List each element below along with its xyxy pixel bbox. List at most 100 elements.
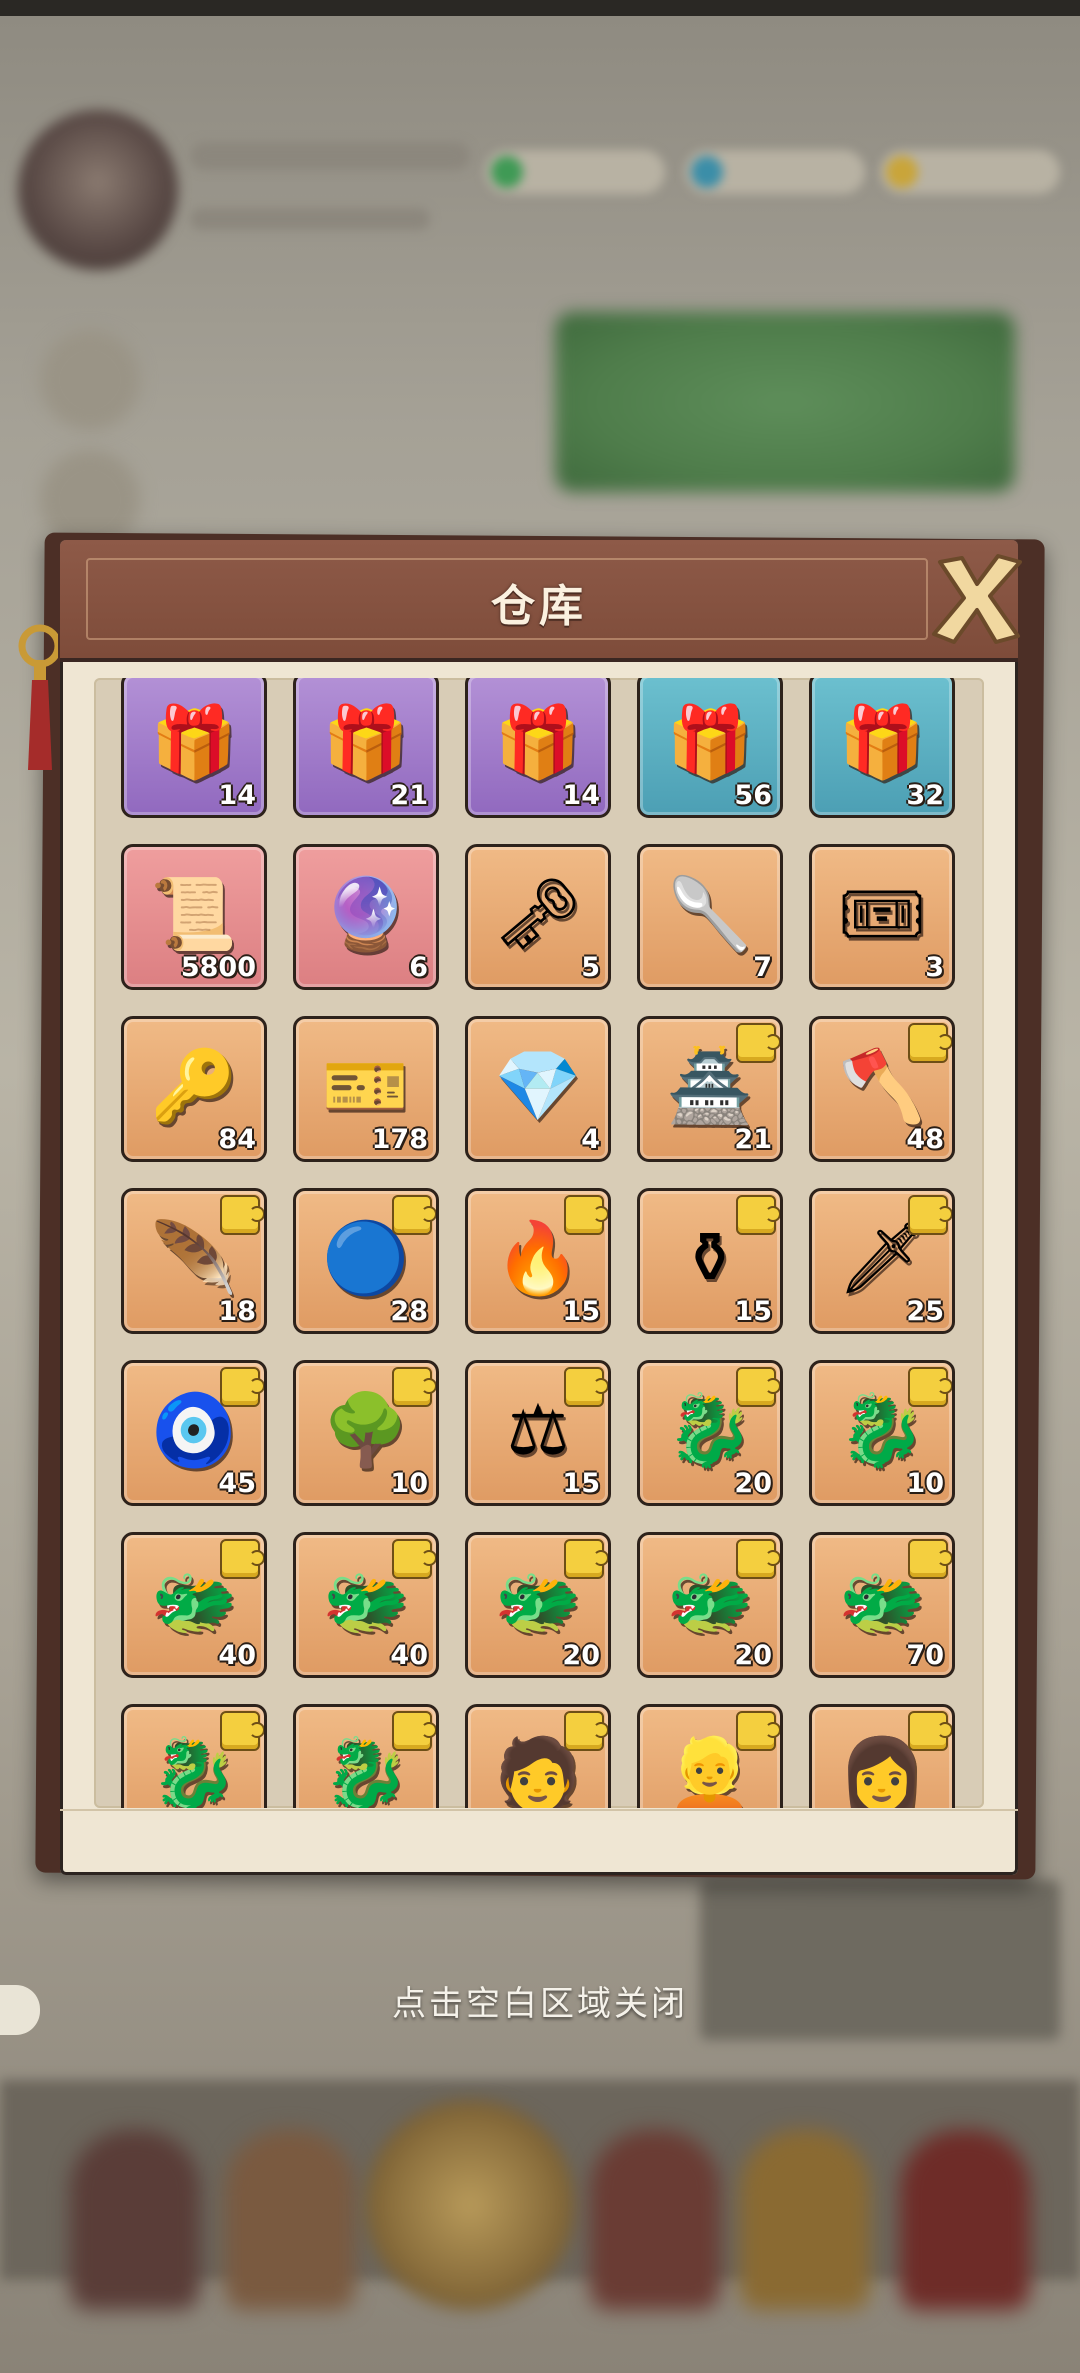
item-slot[interactable]: 🎁 56 xyxy=(637,678,783,818)
item-slot[interactable]: 🐲 20 xyxy=(637,1532,783,1678)
item-slot[interactable]: 🗡 25 xyxy=(809,1188,955,1334)
item-count: 40 xyxy=(390,1640,428,1671)
scale-fragment-icon: ⚖ xyxy=(506,1389,570,1472)
item-slot[interactable]: 🐲 40 xyxy=(293,1532,439,1678)
item-count: 14 xyxy=(218,780,256,811)
item-list-area[interactable]: 🎁 14 🎁 21 🎁 14 🎁 56 🎁 32 📜 5800 🔮 6 🗝 5 🥄 7 🎟 3 🔑 84 🎫 178 💎 4 🏯 21… xyxy=(94,678,984,1808)
item-slot[interactable]: 🎟 3 xyxy=(809,844,955,990)
panel-footer xyxy=(60,1809,1018,1875)
item-slot[interactable]: 🎁 14 xyxy=(465,678,611,818)
fragment-badge-icon xyxy=(564,1711,608,1751)
item-count: 18 xyxy=(218,1296,256,1327)
item-slot[interactable]: 🗝 5 xyxy=(465,844,611,990)
item-grid: 🎁 14 🎁 21 🎁 14 🎁 56 🎁 32 📜 5800 🔮 6 🗝 5 🥄 7 🎟 3 🔑 84 🎫 178 💎 4 🏯 21… xyxy=(121,678,955,1808)
cauldron-fragment-icon: ⚱ xyxy=(680,1217,740,1300)
item-slot[interactable]: 🐉 xyxy=(293,1704,439,1808)
fragment-badge-icon xyxy=(908,1023,952,1063)
hero-figure xyxy=(740,2130,870,2310)
item-count: 70 xyxy=(906,1640,944,1671)
item-slot[interactable]: ⚱ 15 xyxy=(637,1188,783,1334)
fragment-badge-icon xyxy=(392,1195,436,1235)
hero-figure xyxy=(225,2130,355,2310)
item-slot[interactable]: 🐉 20 xyxy=(637,1360,783,1506)
item-count: 21 xyxy=(734,1124,772,1155)
panel-title: 仓库 xyxy=(491,581,587,632)
item-slot[interactable]: 🎁 32 xyxy=(809,678,955,818)
fragment-badge-icon xyxy=(736,1539,780,1579)
item-count: 32 xyxy=(906,780,944,811)
fragment-badge-icon xyxy=(736,1023,780,1063)
item-slot[interactable]: 🐲 40 xyxy=(121,1532,267,1678)
item-slot[interactable]: 🧑 xyxy=(465,1704,611,1808)
item-count: 6 xyxy=(409,952,428,983)
key-icon: 🔑 xyxy=(150,1045,238,1128)
item-slot[interactable]: 🧿 45 xyxy=(121,1360,267,1506)
fragment-badge-icon xyxy=(908,1711,952,1751)
item-count: 40 xyxy=(218,1640,256,1671)
item-count: 10 xyxy=(906,1468,944,1499)
item-slot[interactable]: 🎁 21 xyxy=(293,678,439,818)
ticket-icon: 🎟 xyxy=(837,873,927,956)
item-count: 25 xyxy=(906,1296,944,1327)
item-slot[interactable]: 🐉 10 xyxy=(809,1360,955,1506)
panel-header: 仓库 xyxy=(60,540,1018,662)
ticket-icon: 🎫 xyxy=(322,1045,410,1128)
item-count: 20 xyxy=(734,1468,772,1499)
hero-figure xyxy=(900,2130,1030,2310)
fragment-badge-icon xyxy=(564,1195,608,1235)
item-slot[interactable]: 📜 5800 xyxy=(121,844,267,990)
close-icon[interactable] xyxy=(922,548,1032,648)
item-slot[interactable]: 🎁 14 xyxy=(121,678,267,818)
item-slot[interactable]: 🔮 6 xyxy=(293,844,439,990)
item-slot[interactable]: 🌳 10 xyxy=(293,1360,439,1506)
item-slot[interactable]: 🎫 178 xyxy=(293,1016,439,1162)
item-slot[interactable]: 👱 xyxy=(637,1704,783,1808)
fragment-badge-icon xyxy=(220,1711,264,1751)
bookmark-clip-icon xyxy=(18,624,58,770)
resource-jade xyxy=(485,150,665,194)
item-slot[interactable]: 🏯 21 xyxy=(637,1016,783,1162)
item-count: 56 xyxy=(734,780,772,811)
chest-icon: 🎁 xyxy=(666,701,754,784)
fragment-badge-icon xyxy=(736,1195,780,1235)
item-slot[interactable]: 🪶 18 xyxy=(121,1188,267,1334)
item-count: 48 xyxy=(906,1124,944,1155)
fragment-badge-icon xyxy=(220,1195,264,1235)
fragment-badge-icon xyxy=(736,1711,780,1751)
item-count: 15 xyxy=(562,1468,600,1499)
fragment-badge-icon xyxy=(392,1539,436,1579)
item-slot[interactable]: 🐉 xyxy=(121,1704,267,1808)
fragment-badge-icon xyxy=(736,1367,780,1407)
fragment-badge-icon xyxy=(908,1195,952,1235)
warehouse-panel: 仓库 🎁 14 🎁 21 🎁 14 🎁 56 🎁 32 📜 5800 🔮 6 🗝 5 🥄 7 🎟 3 🔑 84 🎫 178 💎 4… xyxy=(60,540,1022,1875)
item-slot[interactable]: 🐲 20 xyxy=(465,1532,611,1678)
resource-gem xyxy=(685,150,865,194)
item-count: 178 xyxy=(371,1124,428,1155)
chest-icon: 🎁 xyxy=(150,701,238,784)
fragment-badge-icon xyxy=(908,1367,952,1407)
item-slot[interactable]: 🔑 84 xyxy=(121,1016,267,1162)
item-slot[interactable]: 👩 xyxy=(809,1704,955,1808)
item-count: 15 xyxy=(562,1296,600,1327)
item-slot[interactable]: 🪓 48 xyxy=(809,1016,955,1162)
scroll-icon: 📜 xyxy=(150,873,238,956)
item-slot[interactable]: 🥄 7 xyxy=(637,844,783,990)
fragment-badge-icon xyxy=(564,1367,608,1407)
item-slot[interactable]: 🔵 28 xyxy=(293,1188,439,1334)
chest-icon: 🎁 xyxy=(494,701,582,784)
item-slot[interactable]: 🔥 15 xyxy=(465,1188,611,1334)
item-count: 5 xyxy=(581,952,600,983)
item-slot[interactable]: ⚖ 15 xyxy=(465,1360,611,1506)
crystal-icon: 💎 xyxy=(494,1045,582,1128)
item-slot[interactable]: 💎 4 xyxy=(465,1016,611,1162)
player-avatar xyxy=(18,110,178,270)
close-hint-text[interactable]: 点击空白区域关闭 xyxy=(0,1976,1080,2025)
fragment-badge-icon xyxy=(392,1711,436,1751)
main-summon-button xyxy=(365,2100,575,2310)
fragment-badge-icon xyxy=(392,1367,436,1407)
item-slot[interactable]: 🐲 70 xyxy=(809,1532,955,1678)
fragment-badge-icon xyxy=(220,1539,264,1579)
item-count: 20 xyxy=(562,1640,600,1671)
item-count: 21 xyxy=(390,780,428,811)
fragment-badge-icon xyxy=(564,1539,608,1579)
